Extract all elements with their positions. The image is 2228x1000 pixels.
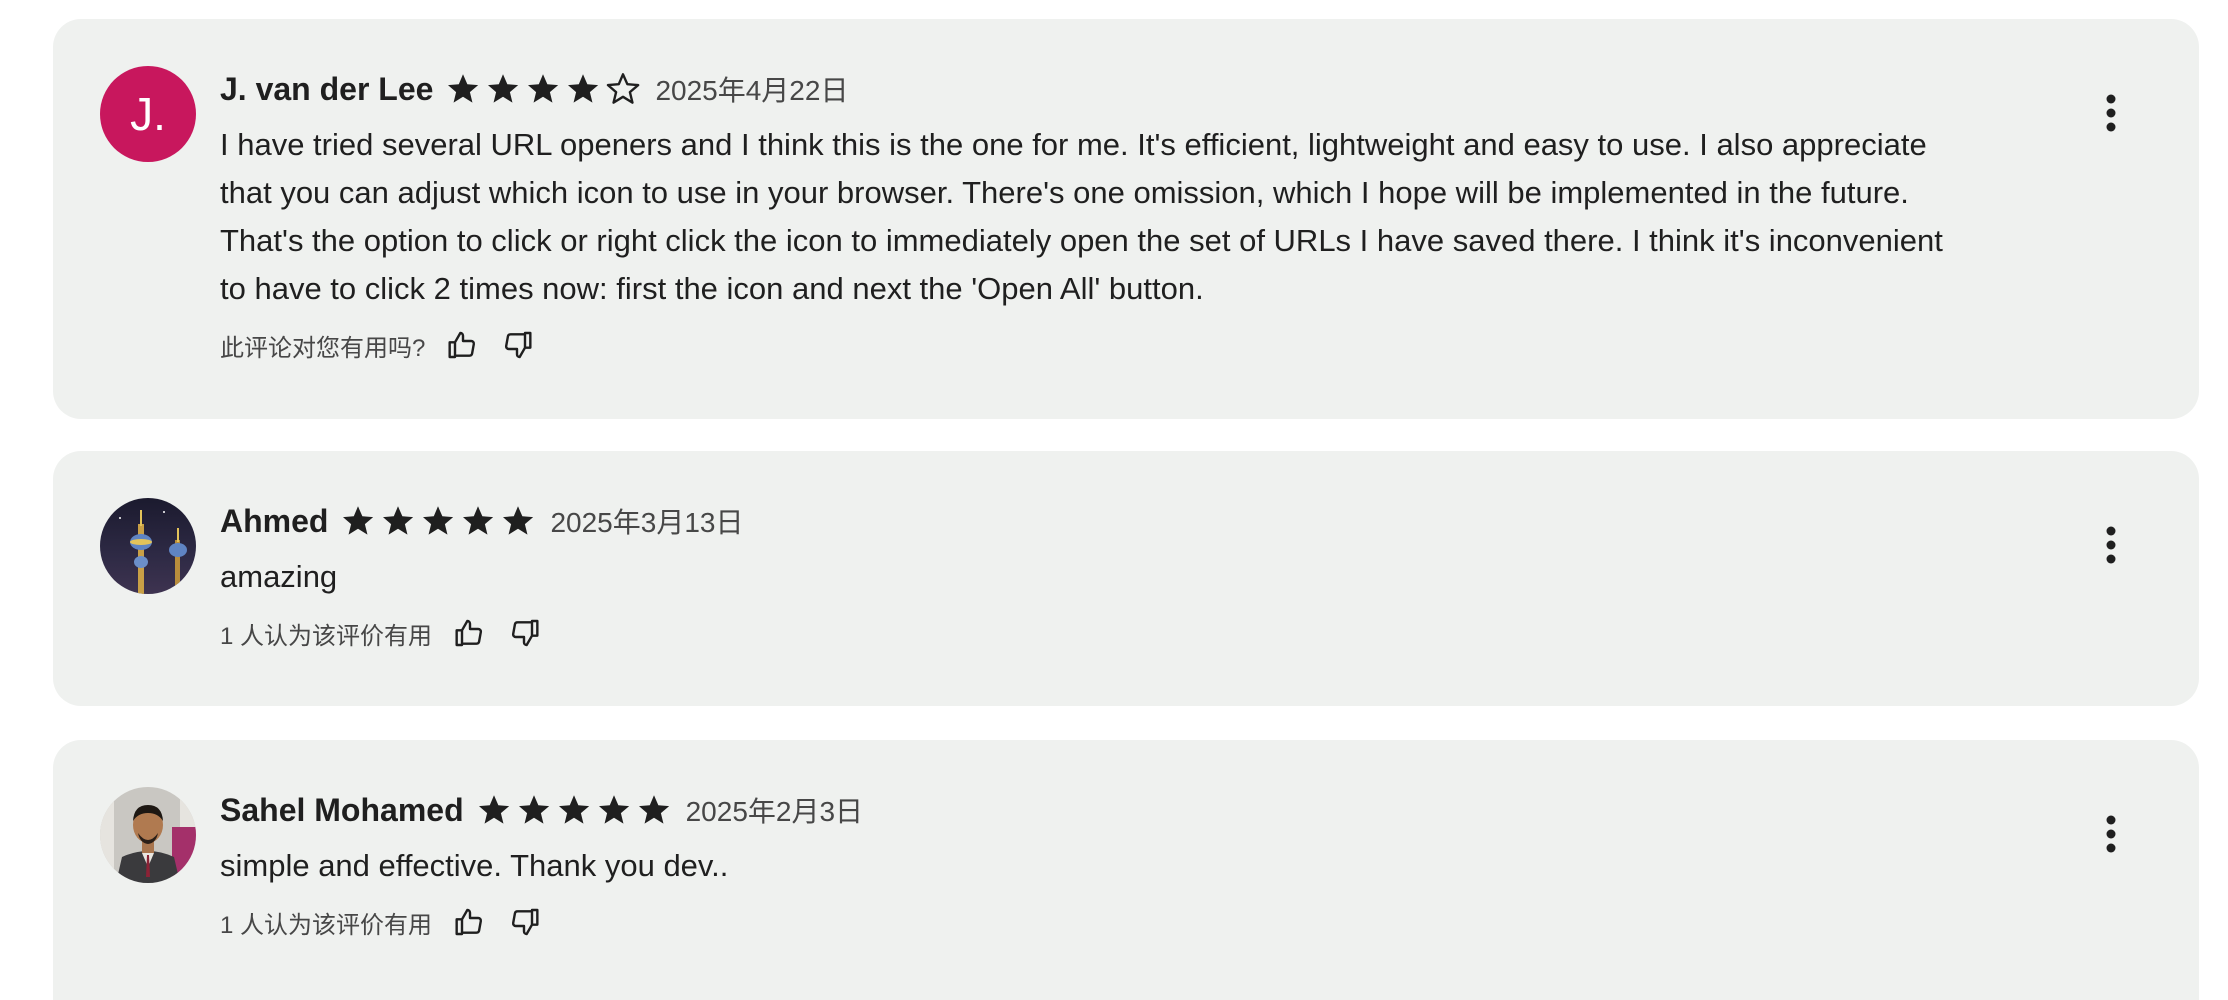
more-vert-icon xyxy=(2106,526,2116,564)
thumb-down-icon xyxy=(511,908,539,936)
star-filled-icon xyxy=(463,506,494,535)
review-header: Ahmed 2025年3月13日 xyxy=(220,499,2079,543)
helpful-label: 1 人认为该评价有用 xyxy=(220,911,433,939)
thumb-up-icon xyxy=(455,908,483,936)
star-filled-icon xyxy=(448,74,479,103)
review-card: J. J. van der Lee 2025年4月22日 I have trie… xyxy=(53,19,2199,419)
thumb-down-button[interactable] xyxy=(504,613,544,653)
review-date: 2025年3月13日 xyxy=(550,507,744,538)
star-rating xyxy=(476,792,676,828)
star-filled-icon xyxy=(343,506,374,535)
thumb-down-icon xyxy=(511,619,539,647)
review-text-line: that you can adjust which icon to use in… xyxy=(220,175,1909,210)
helpful-row: 1 人认为该评价有用 xyxy=(220,611,2079,655)
more-options-button[interactable] xyxy=(2091,87,2131,139)
review-text: I have tried several URL openers and I t… xyxy=(220,121,2079,313)
author-name: Sahel Mohamed xyxy=(220,791,464,828)
thumb-down-button[interactable] xyxy=(497,325,537,365)
review-content: J. van der Lee 2025年4月22日 I have tried s… xyxy=(220,67,2079,367)
star-filled-icon xyxy=(638,795,669,824)
star-filled-icon xyxy=(518,795,549,824)
star-filled-icon xyxy=(598,795,629,824)
more-vert-icon xyxy=(2106,94,2116,132)
thumb-up-button[interactable] xyxy=(443,325,483,365)
author-name: Ahmed xyxy=(220,502,329,539)
star-filled-icon xyxy=(528,74,559,103)
author-name: J. van der Lee xyxy=(220,70,434,107)
thumb-down-button[interactable] xyxy=(504,902,544,942)
review-text-line: That's the option to click or right clic… xyxy=(220,223,1943,258)
review-card: Ahmed 2025年3月13日 amazing 1 人认为该评价有用 xyxy=(53,451,2199,706)
review-text-line: I have tried several URL openers and I t… xyxy=(220,127,1927,162)
thumb-up-button[interactable] xyxy=(450,902,490,942)
star-filled-icon xyxy=(423,506,454,535)
star-filled-icon xyxy=(568,74,599,103)
review-text-line: to have to click 2 times now: first the … xyxy=(220,271,1204,306)
more-vert-icon xyxy=(2106,815,2116,853)
star-filled-icon xyxy=(383,506,414,535)
avatar xyxy=(100,498,196,594)
thumb-up-icon xyxy=(448,331,476,359)
review-text: simple and effective. Thank you dev.. xyxy=(220,842,2079,890)
review-date: 2025年4月22日 xyxy=(655,75,849,106)
star-rating xyxy=(340,503,540,539)
review-text-line: amazing xyxy=(220,559,338,594)
more-options-button[interactable] xyxy=(2091,808,2131,860)
avatar: J. xyxy=(100,66,196,162)
review-content: Sahel Mohamed 2025年2月3日 simple and effec… xyxy=(220,788,2079,944)
helpful-label: 1 人认为该评价有用 xyxy=(220,622,433,650)
avatar xyxy=(100,787,196,883)
helpful-row: 此评论对您有用吗? xyxy=(220,323,2079,367)
thumb-up-icon xyxy=(455,619,483,647)
star-filled-icon xyxy=(488,74,519,103)
review-header: Sahel Mohamed 2025年2月3日 xyxy=(220,788,2079,832)
star-filled-icon xyxy=(478,795,509,824)
helpful-row: 1 人认为该评价有用 xyxy=(220,900,2079,944)
thumb-up-button[interactable] xyxy=(450,613,490,653)
review-header: J. van der Lee 2025年4月22日 xyxy=(220,67,2079,111)
review-text: amazing xyxy=(220,553,2079,601)
review-date: 2025年2月3日 xyxy=(685,796,864,827)
thumb-down-icon xyxy=(505,331,532,359)
star-outline-icon xyxy=(607,73,640,104)
star-filled-icon xyxy=(558,795,589,824)
review-card: Sahel Mohamed 2025年2月3日 simple and effec… xyxy=(53,740,2199,1000)
review-content: Ahmed 2025年3月13日 amazing 1 人认为该评价有用 xyxy=(220,499,2079,655)
helpful-label: 此评论对您有用吗? xyxy=(220,334,426,362)
star-filled-icon xyxy=(503,506,534,535)
review-text-line: simple and effective. Thank you dev.. xyxy=(220,848,729,883)
more-options-button[interactable] xyxy=(2091,519,2131,571)
star-rating xyxy=(445,71,645,107)
